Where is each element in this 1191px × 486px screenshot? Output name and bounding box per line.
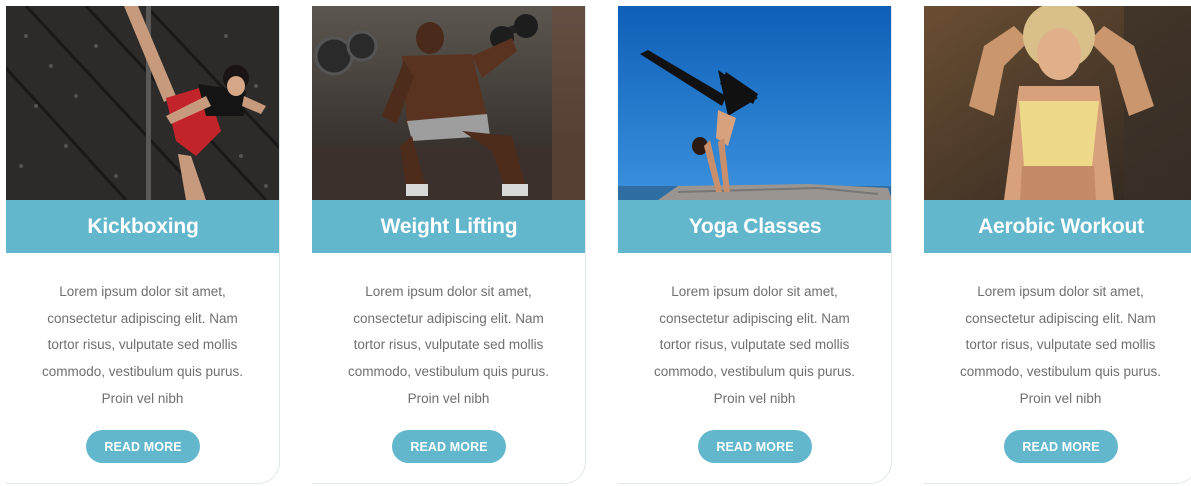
card-description: Lorem ipsum dolor sit amet, consectetur … — [959, 284, 1162, 406]
card-title: Weight Lifting — [380, 214, 518, 238]
card-title-bar: Kickboxing — [6, 200, 279, 253]
service-card-yoga-classes: Yoga Classes Lorem ipsum dolor sit amet,… — [618, 6, 892, 484]
yoga-photo — [618, 6, 891, 200]
card-title-bar: Aerobic Workout — [924, 200, 1191, 253]
service-cards: Kickboxing Lorem ipsum dolor sit amet, c… — [0, 0, 1191, 486]
card-title: Yoga Classes — [688, 214, 822, 238]
weight-lifting-photo — [312, 6, 585, 200]
service-card-aerobic-workout: Aerobic Workout Lorem ipsum dolor sit am… — [924, 6, 1191, 484]
read-more-button[interactable]: READ MORE — [392, 430, 506, 463]
service-card-weight-lifting: Weight Lifting Lorem ipsum dolor sit ame… — [312, 6, 586, 484]
card-title-bar: Weight Lifting — [312, 200, 585, 253]
aerobic-photo — [924, 6, 1191, 200]
read-more-button[interactable]: READ MORE — [1004, 430, 1118, 463]
service-card-kickboxing: Kickboxing Lorem ipsum dolor sit amet, c… — [6, 6, 280, 484]
card-title: Kickboxing — [87, 214, 199, 238]
card-description: Lorem ipsum dolor sit amet, consectetur … — [653, 284, 856, 406]
read-more-button[interactable]: READ MORE — [86, 430, 200, 463]
card-title-bar: Yoga Classes — [618, 200, 891, 253]
card-description: Lorem ipsum dolor sit amet, consectetur … — [347, 284, 550, 406]
kickboxing-photo — [6, 6, 279, 200]
card-title: Aerobic Workout — [978, 214, 1144, 238]
read-more-button[interactable]: READ MORE — [698, 430, 812, 463]
card-description: Lorem ipsum dolor sit amet, consectetur … — [41, 284, 244, 406]
